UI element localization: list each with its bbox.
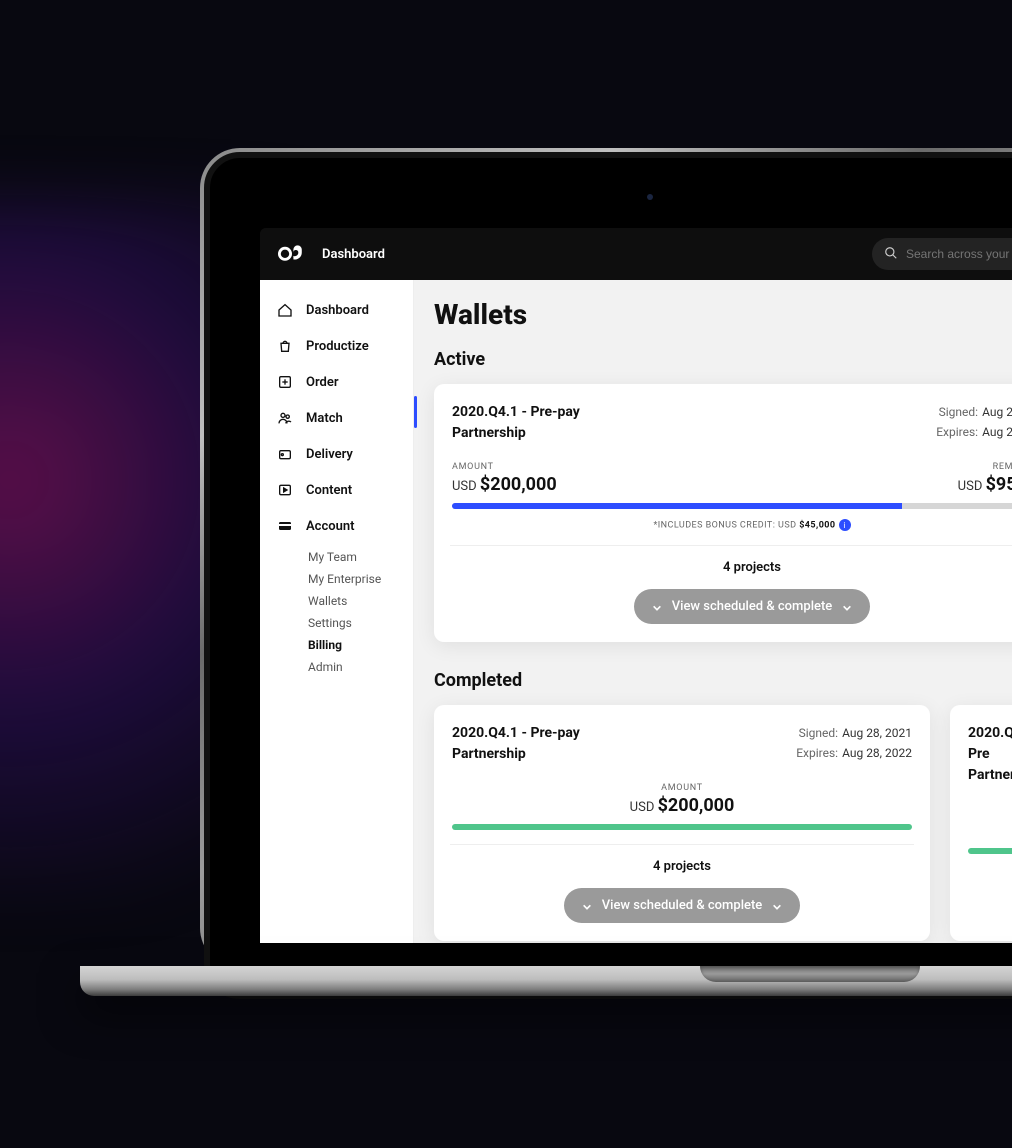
expires-date: Aug 28, 2022 — [982, 425, 1012, 439]
progress-bar-track — [452, 824, 912, 830]
search-box[interactable] — [872, 238, 1012, 270]
plus-square-icon — [276, 373, 294, 391]
sidebar-item-label: Productize — [306, 339, 369, 354]
signed-date: Aug 28, 2021 — [982, 405, 1012, 419]
projects-count: 4 projects — [452, 560, 1012, 575]
progress-bar-track — [968, 848, 1012, 854]
signed-label: Signed: — [939, 405, 978, 419]
remaining-value: $95,000 — [986, 474, 1012, 495]
view-scheduled-button[interactable]: View scheduled & complete — [634, 589, 871, 624]
button-label: View scheduled & complete — [672, 599, 833, 614]
card-icon — [276, 517, 294, 535]
expires-date: Aug 28, 2022 — [842, 746, 912, 760]
section-heading-completed: Completed — [434, 670, 1012, 691]
sidebar-item-label: Order — [306, 375, 339, 390]
bag-icon — [276, 337, 294, 355]
home-icon — [276, 301, 294, 319]
remaining-currency: USD — [958, 479, 983, 494]
sidebar-sub-admin[interactable]: Admin — [308, 656, 413, 678]
projects-count: 4 projects — [452, 859, 912, 874]
chevron-down-icon — [652, 602, 662, 612]
sidebar-item-delivery[interactable]: Delivery — [260, 436, 413, 472]
wallet-card-active: 2020.Q4.1 - Pre-pay Partnership Signed: A… — [434, 384, 1012, 642]
brand-logo-icon — [278, 244, 306, 264]
amount-label: AMOUNT — [452, 462, 557, 472]
bonus-credit-note: *INCLUDES BONUS CREDIT: USD $45,000i — [452, 519, 1012, 545]
amount-value: $200,000 — [658, 795, 735, 816]
signed-label: Signed: — [799, 726, 838, 740]
sidebar-item-label: Dashboard — [306, 303, 369, 318]
wallet-title: 2020.Q4.1 - Pre-pay — [452, 402, 580, 423]
progress-bar-track — [452, 503, 1012, 509]
chevron-down-icon — [842, 602, 852, 612]
sidebar-item-label: Content — [306, 483, 352, 498]
sidebar-item-productize[interactable]: Productize — [260, 328, 413, 364]
remaining-label: REMAINING* — [958, 462, 1012, 472]
wallet-subtitle: Partnership — [452, 423, 580, 444]
sidebar-item-label: Match — [306, 411, 343, 426]
amount-value: $200,000 — [480, 474, 557, 495]
sidebar-item-label: Delivery — [306, 447, 353, 462]
sidebar-item-label: Account — [306, 519, 354, 534]
chevron-down-icon — [582, 901, 592, 911]
sidebar-sub-settings[interactable]: Settings — [308, 612, 413, 634]
expires-label: Expires: — [936, 425, 978, 439]
sidebar-sub-my-team[interactable]: My Team — [308, 546, 413, 568]
search-icon — [884, 246, 898, 263]
sidebar-item-account[interactable]: Account — [260, 508, 413, 544]
info-icon[interactable]: i — [839, 519, 851, 531]
amount-currency: USD — [630, 800, 655, 815]
progress-bar-fill — [452, 503, 902, 509]
amount-currency: USD — [452, 479, 477, 494]
wallet-title: 2020.Q4.1 - Pre — [968, 723, 1012, 765]
amount-label: AMOUNT — [452, 783, 912, 793]
page-title: Wallets — [434, 298, 1012, 331]
signed-date: Aug 28, 2021 — [842, 726, 912, 740]
topbar-title: Dashboard — [322, 247, 385, 262]
button-label: View scheduled & complete — [602, 898, 763, 913]
sidebar-sub-my-enterprise[interactable]: My Enterprise — [308, 568, 413, 590]
progress-bar-fill — [968, 848, 1012, 854]
chevron-down-icon — [772, 901, 782, 911]
search-input[interactable] — [906, 247, 1012, 261]
wallet-subtitle: Partnership — [968, 765, 1012, 786]
sidebar: Dashboard Productize Order Match — [260, 280, 414, 943]
box-icon — [276, 445, 294, 463]
topbar: Dashboard — [260, 228, 1012, 280]
sidebar-item-content[interactable]: Content — [260, 472, 413, 508]
users-icon — [276, 409, 294, 427]
wallet-title: 2020.Q4.1 - Pre-pay — [452, 723, 580, 744]
play-icon — [276, 481, 294, 499]
section-heading-active: Active — [434, 349, 1012, 370]
wallet-card-completed-partial: 2020.Q4.1 - Pre Partnership — [950, 705, 1012, 941]
main-content: Wallets Active 2020.Q4.1 - Pre-pay Partn… — [414, 280, 1012, 943]
sidebar-sub-billing[interactable]: Billing — [308, 634, 413, 656]
wallet-subtitle: Partnership — [452, 744, 580, 765]
sidebar-item-match[interactable]: Match — [260, 400, 413, 436]
sidebar-item-order[interactable]: Order — [260, 364, 413, 400]
sidebar-sub-wallets[interactable]: Wallets — [308, 590, 413, 612]
expires-label: Expires: — [796, 746, 838, 760]
progress-bar-fill — [452, 824, 912, 830]
sidebar-item-dashboard[interactable]: Dashboard — [260, 292, 413, 328]
wallet-card-completed: 2020.Q4.1 - Pre-pay Partnership Signed: A… — [434, 705, 930, 941]
view-scheduled-button[interactable]: View scheduled & complete — [564, 888, 801, 923]
